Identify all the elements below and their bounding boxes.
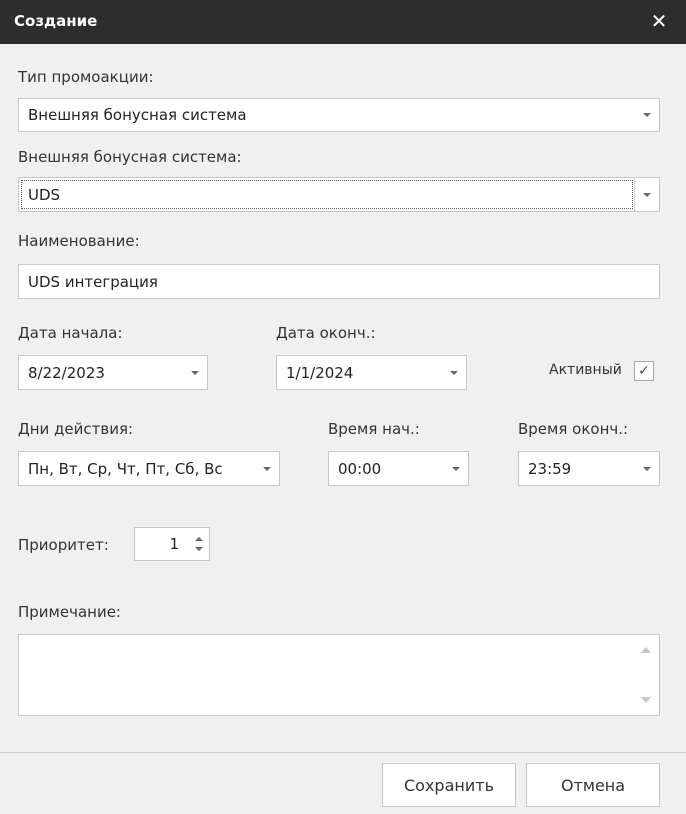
dialog-footer: Сохранить Отмена: [0, 752, 686, 814]
end-date-value: 1/1/2024: [286, 363, 354, 382]
chevron-down-icon: [263, 466, 271, 471]
days-select[interactable]: Пн, Вт, Ср, Чт, Пт, Сб, Вс: [18, 451, 280, 486]
bonus-system-value: UDS: [28, 185, 61, 204]
chevron-down-icon: [452, 466, 460, 471]
chevron-down-icon: [643, 192, 651, 197]
spin-up-icon[interactable]: [195, 537, 203, 541]
end-date-label: Дата оконч.:: [276, 324, 376, 342]
days-label: Дни действия:: [18, 420, 134, 438]
title-bar: Создание ✕: [0, 0, 686, 44]
promo-type-select[interactable]: Внешняя бонусная система: [18, 98, 660, 132]
priority-label: Приоритет:: [18, 536, 109, 554]
priority-value: 1: [169, 535, 179, 553]
start-date-value: 8/22/2023: [28, 363, 105, 382]
start-time-value: 00:00: [338, 459, 382, 478]
chevron-down-icon: [643, 113, 651, 117]
focus-rectangle: [21, 180, 633, 209]
active-checkbox[interactable]: ✓: [634, 361, 654, 381]
start-time-label: Время нач.:: [328, 420, 420, 438]
promo-type-label: Тип промоакции:: [18, 68, 154, 86]
end-date-picker[interactable]: 1/1/2024: [276, 355, 467, 390]
end-time-picker[interactable]: 23:59: [518, 451, 660, 486]
name-input[interactable]: UDS интеграция: [18, 264, 660, 299]
bonus-system-label: Внешняя бонусная система:: [18, 148, 242, 166]
end-time-label: Время оконч.:: [518, 420, 629, 438]
end-time-value: 23:59: [528, 459, 572, 478]
note-textarea[interactable]: [18, 634, 660, 716]
name-value: UDS интеграция: [28, 272, 158, 291]
save-button[interactable]: Сохранить: [382, 763, 516, 807]
promo-type-value: Внешняя бонусная система: [28, 106, 247, 124]
bonus-system-dropdown-button[interactable]: [634, 178, 659, 211]
start-time-picker[interactable]: 00:00: [328, 451, 469, 486]
scroll-down-icon[interactable]: [641, 697, 651, 703]
close-icon[interactable]: ✕: [644, 6, 674, 36]
name-label: Наименование:: [18, 232, 140, 250]
chevron-down-icon: [643, 466, 651, 471]
note-label: Примечание:: [18, 603, 121, 621]
spin-down-icon[interactable]: [195, 547, 203, 551]
bonus-system-select[interactable]: UDS: [18, 177, 660, 212]
start-date-label: Дата начала:: [18, 324, 123, 342]
scroll-up-icon[interactable]: [641, 647, 651, 653]
days-value: Пн, Вт, Ср, Чт, Пт, Сб, Вс: [28, 459, 223, 478]
cancel-button[interactable]: Отмена: [526, 763, 660, 807]
dialog-title: Создание: [14, 12, 98, 30]
priority-stepper[interactable]: 1: [134, 527, 210, 561]
chevron-down-icon: [450, 370, 458, 375]
create-dialog: Создание ✕ Тип промоакции: Внешняя бонус…: [0, 0, 686, 814]
start-date-picker[interactable]: 8/22/2023: [18, 355, 208, 390]
active-label: Активный: [549, 362, 622, 378]
chevron-down-icon: [191, 370, 199, 375]
